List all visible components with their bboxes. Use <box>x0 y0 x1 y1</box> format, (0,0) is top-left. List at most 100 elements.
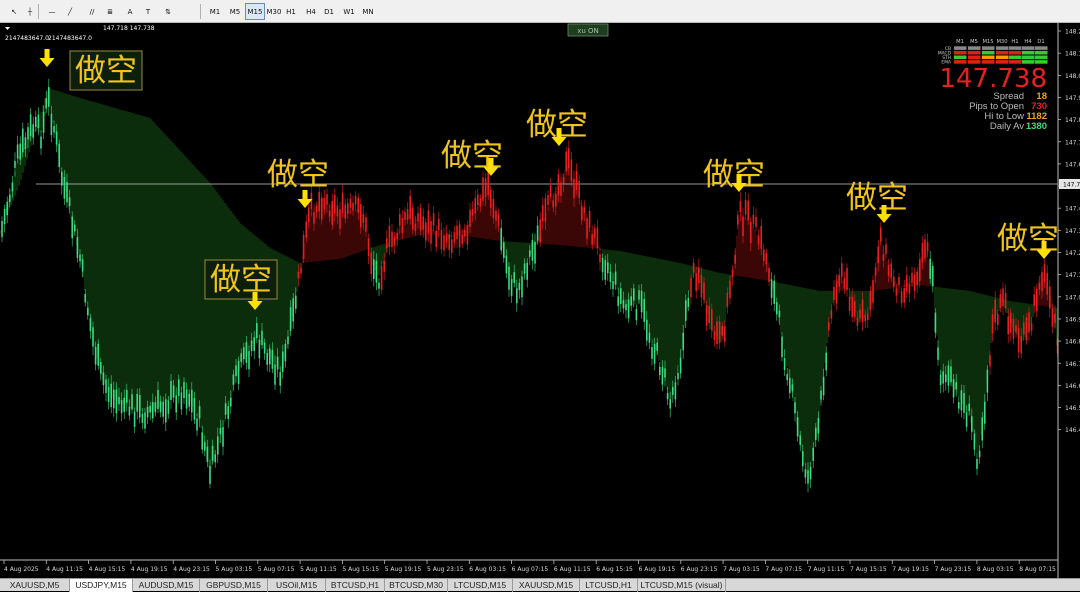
price-level-label: 148.2 <box>1065 29 1080 36</box>
time-label: 4 Aug 2025 <box>4 566 39 573</box>
chart-tab[interactable]: XAUUSD,M5 <box>0 579 70 592</box>
signal-cell <box>1009 55 1022 60</box>
timeframe-h4-button[interactable]: H4 <box>301 3 321 20</box>
toolbar-separator <box>200 4 201 19</box>
panel-timeframe: D1 <box>1037 39 1044 45</box>
trendline-icon[interactable]: ╱ <box>62 3 78 20</box>
short-annotation-text: 做空 <box>703 157 765 193</box>
time-label: 4 Aug 15:15 <box>89 566 126 573</box>
chart-tab[interactable]: BTCUSD,M30 <box>385 579 448 592</box>
time-label: 8 Aug 03:15 <box>977 566 1014 573</box>
short-annotation-text: 做空 <box>846 180 908 216</box>
price-level-label: 147.0 <box>1065 294 1080 301</box>
time-label: 6 Aug 19:15 <box>639 566 676 573</box>
panel-timeframe: M15 <box>982 39 993 45</box>
chart-tab[interactable]: USDJPY,M15 <box>70 579 133 592</box>
chart-tab[interactable]: GBPUSD,M15 <box>200 579 268 592</box>
cursor-icon[interactable]: ↖ <box>6 3 22 20</box>
signal-cell <box>954 46 967 50</box>
timeframe-m5-button[interactable]: M5 <box>225 3 245 20</box>
channel-icon[interactable]: // <box>84 3 100 20</box>
arrows-icon[interactable]: ⇅ <box>160 3 176 20</box>
signal-cell <box>968 55 981 60</box>
panel-timeframe: H1 <box>1011 39 1018 45</box>
price-level-label: 146.5 <box>1065 405 1080 412</box>
bid-ask-readout: 147.718 147.738 <box>103 25 155 32</box>
time-label: 5 Aug 11:15 <box>300 566 337 573</box>
time-label: 4 Aug 23:15 <box>173 566 210 573</box>
panel-stat-value: 1380 <box>1026 121 1047 132</box>
time-label: 6 Aug 11:15 <box>554 566 591 573</box>
time-label: 7 Aug 19:15 <box>892 566 929 573</box>
time-label: 6 Aug 23:15 <box>681 566 718 573</box>
short-annotation-text: 做空 <box>75 53 137 89</box>
chart-tab[interactable]: BTCUSD,H1 <box>326 579 385 592</box>
price-level-label: 148.1 <box>1065 51 1080 58</box>
time-label: 4 Aug 11:15 <box>46 566 83 573</box>
timeframe-d1-button[interactable]: D1 <box>319 3 339 20</box>
price-level-label: 147.2 <box>1065 250 1080 257</box>
panel-timeframe: H4 <box>1024 39 1032 45</box>
price-level-label: 147.7 <box>1065 139 1080 146</box>
signal-cell <box>1009 46 1022 50</box>
chart-tab[interactable]: XAUUSD,M15 <box>513 579 580 592</box>
crosshair-icon[interactable]: ┼ <box>22 3 38 20</box>
xu-on-label: xu ON <box>577 27 599 35</box>
timeframe-mn-button[interactable]: MN <box>358 3 378 20</box>
panel-timeframe: M5 <box>970 39 978 45</box>
chart-canvas[interactable]: 2147483647.0 2147483647.0 147.718 147.738 x… <box>0 23 1080 578</box>
time-label: 5 Aug 07:15 <box>258 566 295 573</box>
time-label: 8 Aug 07:15 <box>1019 566 1056 573</box>
price-level-label: 147.6 <box>1065 161 1080 168</box>
timeframe-m1-button[interactable]: M1 <box>205 3 225 20</box>
xu-on-button[interactable]: xu ON <box>567 23 609 37</box>
price-level-label: 146.6 <box>1065 383 1080 390</box>
signal-cell <box>1009 50 1022 55</box>
signal-cell <box>1022 55 1035 60</box>
price-level-label: 147.3 <box>1065 228 1080 235</box>
signal-cell <box>1035 46 1048 50</box>
text-icon[interactable]: A <box>122 3 138 20</box>
panel-stat-label: Daily Av <box>990 121 1024 132</box>
price-level-label: 148.0 <box>1065 73 1080 80</box>
short-annotation[interactable]: 做空 <box>526 107 588 146</box>
top-left-value: 2147483647.0 <box>48 35 92 42</box>
short-annotation[interactable]: 做空 <box>441 138 503 176</box>
time-label: 7 Aug 03:15 <box>723 566 760 573</box>
signal-cell <box>982 55 995 60</box>
chart-tab[interactable]: LTCUSD,H1 <box>580 579 638 592</box>
signal-cell <box>996 50 1009 55</box>
signal-cell <box>968 46 981 50</box>
label-icon[interactable]: T <box>140 3 156 20</box>
chart-tab[interactable]: AUDUSD,M15 <box>133 579 200 592</box>
signal-cell <box>982 50 995 55</box>
signal-cell <box>996 55 1009 60</box>
price-level-label: 147.1 <box>1065 272 1080 279</box>
chart-tab[interactable]: LTCUSD,M15 <box>448 579 513 592</box>
price-level-label: 147.4 <box>1065 206 1080 213</box>
chart-tab[interactable]: USOil,M15 <box>268 579 326 592</box>
short-annotation-text: 做空 <box>267 157 329 193</box>
time-label: 5 Aug 23:15 <box>427 566 464 573</box>
price-level-label: 146.4 <box>1065 427 1080 434</box>
panel-timeframe: M1 <box>956 39 964 45</box>
panel-timeframe: M30 <box>996 39 1007 45</box>
price-chart[interactable]: 2147483647.0 2147483647.0 147.718 147.738 x… <box>0 23 1080 578</box>
timeframe-h1-button[interactable]: H1 <box>281 3 301 20</box>
timeframe-m15-button[interactable]: M15 <box>245 3 265 20</box>
chart-tab[interactable]: LTCUSD,M15 (visual) <box>638 579 726 592</box>
price-level-label: 147.8 <box>1065 117 1080 124</box>
short-annotation[interactable]: 做空 <box>703 157 765 193</box>
fibonacci-icon[interactable]: ≣ <box>102 3 118 20</box>
short-annotation-text: 做空 <box>210 262 272 298</box>
signal-cell <box>982 46 995 50</box>
timeframe-w1-button[interactable]: W1 <box>339 3 359 20</box>
short-annotation[interactable]: 做空 <box>997 221 1059 259</box>
time-label: 7 Aug 15:15 <box>850 566 887 573</box>
horizontal-line-icon[interactable]: — <box>44 3 60 20</box>
top-left-value: 2147483647.0 <box>5 35 49 42</box>
toolbar: ↖ ┼ — ╱//≣ A T ⇅ M1 M5 M15 M30 H1 H4 D1 W1 MN <box>0 0 1080 23</box>
signal-cell <box>954 50 967 55</box>
toolbar-separator <box>38 4 39 19</box>
big-price-readout: 147.738 <box>939 64 1047 94</box>
